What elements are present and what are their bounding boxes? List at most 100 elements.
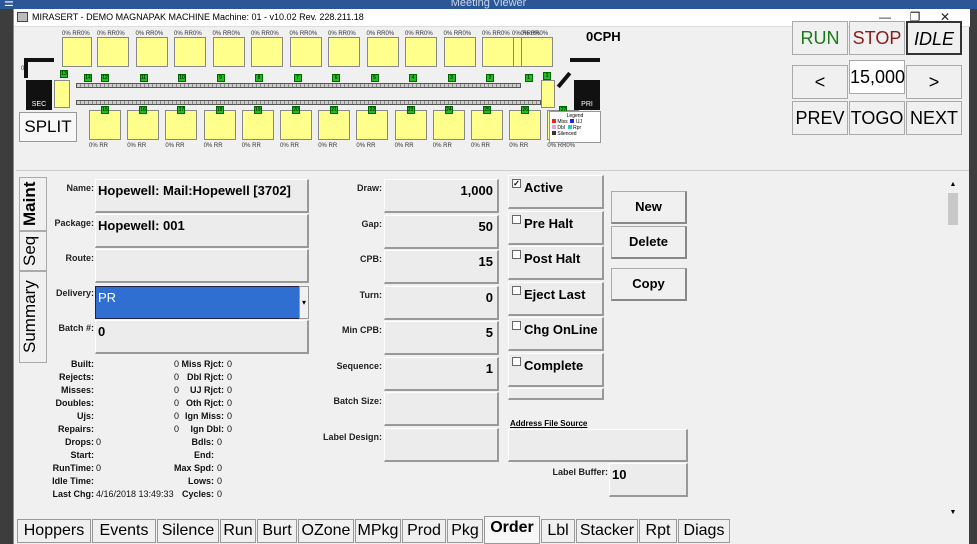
tab-run[interactable]: Run bbox=[220, 519, 256, 543]
hopper-top-4[interactable] bbox=[405, 37, 437, 67]
name-field[interactable]: Hopewell: Mail:Hopewell [3702] bbox=[95, 179, 309, 213]
tab-rpt[interactable]: Rpt bbox=[639, 519, 677, 543]
hopper-bottom-15[interactable] bbox=[89, 110, 121, 140]
checkbox-label: Post Halt bbox=[524, 251, 581, 266]
hopper-bottom-17[interactable] bbox=[165, 110, 198, 140]
tab-hoppers[interactable]: Hoppers bbox=[17, 519, 91, 543]
hopper-bottom-19[interactable] bbox=[241, 110, 274, 140]
togo-button[interactable]: TOGO bbox=[849, 101, 905, 135]
checkbox-post-halt[interactable]: Post Halt bbox=[508, 246, 604, 280]
tab-order[interactable]: Order bbox=[484, 516, 540, 544]
hopper-bottom-26[interactable] bbox=[509, 110, 542, 140]
tab-pkg[interactable]: Pkg bbox=[447, 519, 483, 543]
hopper-top-label: 0% RR0% bbox=[482, 31, 510, 37]
tab-seq[interactable]: Seq bbox=[19, 231, 47, 271]
checkbox-square[interactable] bbox=[512, 214, 521, 224]
checkbox-square[interactable] bbox=[512, 285, 521, 295]
pri-station[interactable]: PRI bbox=[574, 80, 600, 110]
tab-events[interactable]: Events bbox=[92, 519, 156, 543]
vertical-scrollbar[interactable]: ▲ ▼ bbox=[946, 181, 960, 516]
hopper-top-7[interactable] bbox=[289, 37, 322, 67]
checkbox-complete[interactable]: Complete bbox=[508, 352, 604, 387]
prev-button[interactable]: PREV bbox=[792, 101, 848, 135]
address-file-source-field[interactable] bbox=[508, 429, 688, 462]
gap-field[interactable]: 50 bbox=[384, 214, 499, 249]
package-field[interactable]: Hopewell: 001 bbox=[95, 214, 309, 248]
tab-prod[interactable]: Prod bbox=[402, 519, 446, 543]
copy-button[interactable]: Copy bbox=[611, 268, 687, 301]
hopper-top-1[interactable] bbox=[520, 37, 553, 67]
checkbox-eject-last[interactable]: Eject Last bbox=[508, 281, 604, 316]
hopper-bottom-21[interactable] bbox=[318, 110, 351, 140]
split-button[interactable]: SPLIT bbox=[19, 112, 77, 142]
hopper-top-6[interactable] bbox=[328, 37, 360, 67]
scroll-up-icon[interactable]: ▲ bbox=[946, 181, 960, 188]
tab-burt[interactable]: Burt bbox=[257, 519, 297, 543]
batch-field[interactable]: 0 bbox=[95, 320, 309, 354]
labeldesign-field[interactable] bbox=[384, 427, 499, 462]
mincpb-field[interactable]: 5 bbox=[384, 321, 499, 355]
checkbox-chg-online[interactable]: Chg OnLine bbox=[508, 317, 604, 351]
hopper-top-5[interactable] bbox=[366, 37, 399, 67]
hopper-top-3[interactable] bbox=[443, 37, 476, 67]
tab-summary[interactable]: Summary bbox=[19, 271, 47, 363]
tab-lbl[interactable]: Lbl bbox=[541, 519, 575, 543]
checkbox-square[interactable] bbox=[512, 250, 521, 259]
hopper-bottom-label: 0% RR bbox=[471, 143, 491, 149]
scroll-down-icon[interactable]: ▼ bbox=[946, 509, 960, 516]
new-button[interactable]: New bbox=[611, 191, 687, 224]
turn-field[interactable]: 0 bbox=[384, 285, 499, 320]
run-button[interactable]: RUN bbox=[792, 21, 848, 55]
scroll-thumb[interactable] bbox=[948, 193, 958, 225]
checkbox-active[interactable]: ✓ Active bbox=[508, 175, 604, 209]
batchsize-field[interactable] bbox=[384, 392, 499, 426]
tab-silence[interactable]: Silence bbox=[157, 519, 219, 543]
hopper-top-left[interactable] bbox=[62, 37, 92, 67]
hopper-top-12[interactable] bbox=[97, 37, 129, 67]
stat-label: Misses: bbox=[60, 385, 94, 395]
chevron-down-icon[interactable]: ▾ bbox=[299, 286, 309, 319]
hopper-bottom-number: 18 bbox=[215, 106, 224, 114]
prev-arrow-button[interactable]: < bbox=[792, 65, 848, 99]
count-field[interactable]: 15,000 bbox=[849, 60, 905, 94]
cpb-field[interactable]: 15 bbox=[384, 250, 499, 284]
hopper-top-10[interactable] bbox=[174, 37, 206, 67]
route-field[interactable] bbox=[95, 249, 309, 283]
gap-label: Gap: bbox=[361, 218, 382, 229]
stat-label: Ign Miss: bbox=[184, 411, 224, 421]
hopper-top-number: 6 bbox=[332, 74, 340, 82]
draw-field[interactable]: 1,000 bbox=[384, 179, 499, 213]
label-buffer-label: Label Buffer: bbox=[552, 467, 608, 477]
delete-button[interactable]: Delete bbox=[611, 226, 687, 259]
label-buffer-field[interactable]: 10 bbox=[609, 463, 688, 497]
hopper-top-11[interactable] bbox=[135, 37, 168, 67]
sec-station[interactable]: SEC bbox=[26, 80, 52, 110]
hopper-top-9[interactable] bbox=[212, 37, 245, 67]
hopper-bottom-label: 0% RR bbox=[432, 143, 452, 149]
hopper-top-2[interactable] bbox=[482, 37, 514, 67]
checkbox-square[interactable]: ✓ bbox=[512, 179, 521, 188]
hopper-top-8[interactable] bbox=[251, 37, 283, 67]
hopper-bottom-24[interactable] bbox=[432, 110, 465, 140]
hopper-bottom-18[interactable] bbox=[203, 110, 236, 140]
checkbox-square[interactable] bbox=[512, 321, 521, 330]
tab-stacker[interactable]: Stacker bbox=[576, 519, 638, 543]
sec-hopper[interactable] bbox=[54, 80, 70, 108]
hopper-bottom-23[interactable] bbox=[394, 110, 427, 140]
tab-maint[interactable]: Maint bbox=[19, 177, 47, 231]
hopper-bottom-22[interactable] bbox=[356, 110, 389, 140]
tab-ozone[interactable]: OZone bbox=[298, 519, 354, 543]
checkbox-square[interactable] bbox=[512, 356, 521, 366]
next-arrow-button[interactable]: > bbox=[906, 65, 962, 99]
pri-hopper[interactable] bbox=[541, 80, 555, 108]
sequence-field[interactable]: 1 bbox=[384, 356, 499, 391]
tab-diags[interactable]: Diags bbox=[678, 519, 730, 543]
hopper-bottom-20[interactable] bbox=[280, 110, 312, 140]
checkbox-pre-halt[interactable]: Pre Halt bbox=[508, 210, 604, 245]
tab-mpkg[interactable]: MPkg bbox=[355, 519, 401, 543]
delivery-select[interactable]: PR bbox=[95, 286, 300, 319]
hopper-bottom-25[interactable] bbox=[471, 110, 503, 140]
next-button[interactable]: NEXT bbox=[906, 101, 962, 135]
hopper-bottom-16[interactable] bbox=[127, 110, 160, 140]
stop-button[interactable]: STOP bbox=[849, 21, 905, 55]
